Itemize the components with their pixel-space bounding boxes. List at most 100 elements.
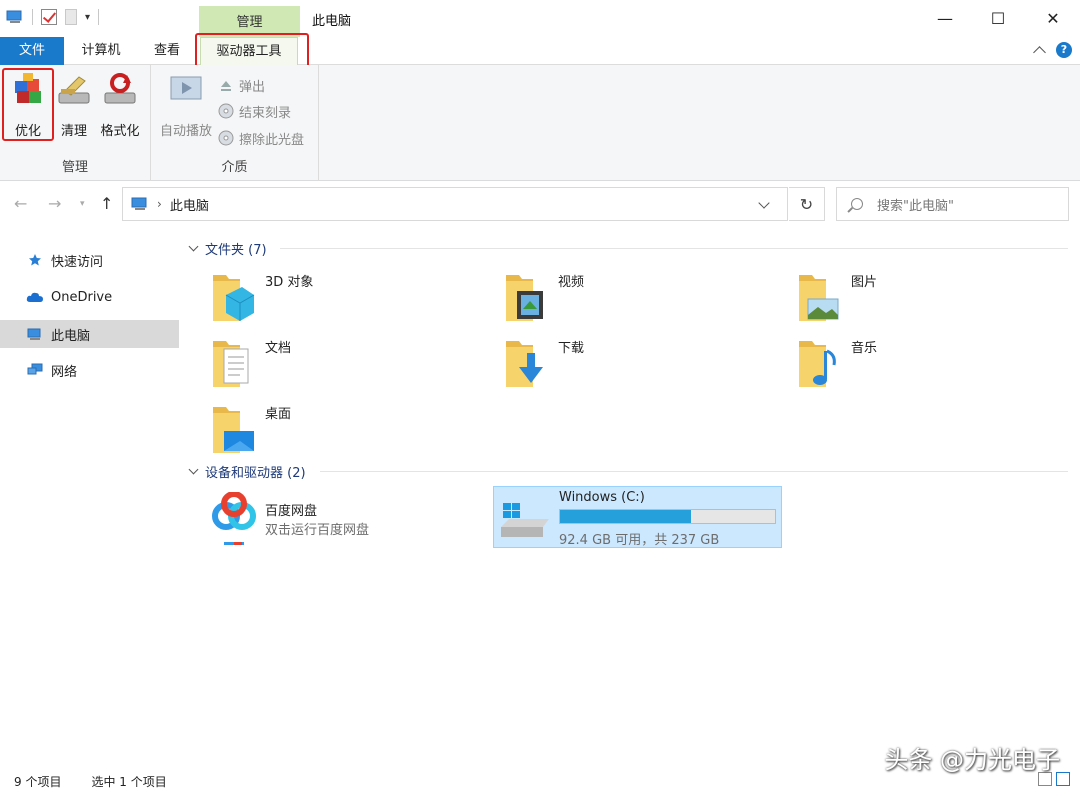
quick-access-toolbar: ▾ <box>6 9 100 25</box>
this-pc-icon <box>26 326 44 342</box>
optimize-highlight-box <box>2 68 54 141</box>
customize-qat-dropdown[interactable]: ▾ <box>85 12 90 23</box>
folder-name: 图片 <box>851 275 878 290</box>
nav-item-label: 快速访问 <box>51 254 104 270</box>
baidu-netdisk-item[interactable]: 百度网盘 双击运行百度网盘 <box>210 490 470 550</box>
eject-icon <box>221 81 231 91</box>
eject-label: 弹出 <box>239 79 266 95</box>
format-drive-icon <box>104 73 136 104</box>
nav-item-label: 网络 <box>51 364 78 380</box>
autoplay-icon <box>170 76 202 100</box>
nav-item-quick-access[interactable]: 快速访问 <box>0 246 179 274</box>
folders-section-header[interactable]: 文件夹 (7) <box>188 239 267 258</box>
erase-disc-button[interactable]: 擦除此光盘 <box>218 127 304 149</box>
tab-file[interactable]: 文件 <box>0 37 64 65</box>
music-folder-icon <box>799 341 836 387</box>
media-group-label: 介质 <box>221 160 248 175</box>
folder-music[interactable]: 音乐 <box>766 331 1026 393</box>
devices-section-title: 设备和驱动器 (2) <box>205 466 306 481</box>
maximize-button[interactable]: ☐ <box>971 0 1025 37</box>
qat-divider <box>32 9 33 25</box>
nav-item-network[interactable]: 网络 <box>0 356 179 384</box>
up-icon[interactable]: ↑ <box>100 194 113 213</box>
selected-count: 选中 1 个项目 <box>91 775 167 789</box>
drive-c-item[interactable]: Windows (C:) 92.4 GB 可用，共 237 GB <box>493 486 782 548</box>
documents-folder-icon <box>213 341 249 387</box>
chevron-down-icon <box>188 464 199 475</box>
format-button[interactable]: 格式化 <box>96 71 144 139</box>
baidu-netdisk-name: 百度网盘 <box>265 504 318 519</box>
baidu-netdisk-icon <box>212 492 256 545</box>
content-pane: 文件夹 (7) 3D 对象 视频 图片 文档 下载 音乐 桌面 设备和驱动器 (… <box>180 227 1080 767</box>
hard-drive-icon <box>501 503 549 537</box>
ribbon-tabs: 文件 计算机 查看 驱动器工具 <box>0 37 1080 65</box>
tab-computer[interactable]: 计算机 <box>70 37 132 65</box>
watermark: 头条 @力光电子 <box>884 746 1060 774</box>
folder-name: 3D 对象 <box>265 275 314 290</box>
close-button[interactable]: ✕ <box>1026 0 1080 37</box>
nav-item-this-pc[interactable]: 此电脑 <box>0 320 179 348</box>
folder-name: 桌面 <box>265 407 292 422</box>
folder-pictures[interactable]: 图片 <box>766 265 1026 327</box>
folder-downloads[interactable]: 下载 <box>473 331 733 393</box>
videos-folder-icon <box>506 275 543 321</box>
folder-3d-objects[interactable]: 3D 对象 <box>180 265 440 327</box>
this-pc-icon <box>6 10 22 23</box>
chevron-down-icon <box>188 241 199 252</box>
tab-view[interactable]: 查看 <box>140 37 194 65</box>
folder-name: 文档 <box>265 341 292 356</box>
breadcrumb[interactable]: 此电脑 <box>170 195 209 214</box>
cleanup-label: 清理 <box>60 124 87 139</box>
qat-divider <box>98 9 100 25</box>
folder-documents[interactable]: 文档 <box>180 331 440 393</box>
drive-name: Windows (C:) <box>559 490 645 505</box>
minimize-button[interactable]: — <box>918 0 972 37</box>
disk-cleanup-icon <box>58 76 90 104</box>
title-bar: ▾ 管理 此电脑 — ☐ ✕ <box>0 0 1080 37</box>
search-icon <box>851 198 863 210</box>
window-title: 此电脑 <box>312 14 352 29</box>
autoplay-button[interactable]: 自动播放 <box>157 71 215 139</box>
refresh-button[interactable]: ↻ <box>789 187 825 221</box>
erase-disc-label: 擦除此光盘 <box>239 132 305 148</box>
folder-videos[interactable]: 视频 <box>473 265 733 327</box>
nav-item-label: OneDrive <box>51 289 113 305</box>
search-input[interactable]: 搜索"此电脑" <box>836 187 1069 221</box>
drive-usage-fill <box>560 510 692 523</box>
properties-icon[interactable] <box>41 9 57 25</box>
back-icon[interactable]: ← <box>14 194 27 213</box>
address-bar[interactable]: › 此电脑 <box>122 187 788 221</box>
eject-button[interactable]: 弹出 <box>218 74 265 96</box>
baidu-netdisk-subtitle: 双击运行百度网盘 <box>265 523 370 538</box>
finish-burning-button[interactable]: 结束刻录 <box>218 100 291 122</box>
nav-item-label: 此电脑 <box>51 328 91 344</box>
folder-name: 音乐 <box>851 341 878 356</box>
3d-objects-folder-icon <box>213 275 255 321</box>
refresh-icon: ↻ <box>799 194 814 214</box>
folder-name: 下载 <box>558 341 585 356</box>
help-icon[interactable]: ? <box>1056 42 1072 58</box>
star-icon <box>26 252 44 268</box>
recent-locations-icon[interactable]: ▾ <box>80 199 85 209</box>
finish-burning-label: 结束刻录 <box>239 105 292 121</box>
new-folder-icon[interactable] <box>65 9 77 25</box>
breadcrumb-chevron-icon[interactable]: › <box>157 197 162 211</box>
desktop-folder-icon <box>213 407 254 453</box>
format-label: 格式化 <box>100 124 140 139</box>
autoplay-label: 自动播放 <box>159 124 212 139</box>
folder-name: 视频 <box>558 275 585 290</box>
folder-desktop[interactable]: 桌面 <box>180 397 440 459</box>
folders-section-title: 文件夹 (7) <box>205 243 267 258</box>
devices-section-header[interactable]: 设备和驱动器 (2) <box>188 462 306 481</box>
pictures-folder-icon <box>799 275 839 321</box>
disc-burn-icon <box>218 103 234 119</box>
cleanup-button[interactable]: 清理 <box>50 71 98 139</box>
this-pc-icon <box>131 197 147 210</box>
help-area: ? <box>1033 42 1072 59</box>
collapse-ribbon-icon[interactable] <box>1033 46 1046 59</box>
drive-free-space: 92.4 GB 可用，共 237 GB <box>559 533 720 548</box>
nav-item-onedrive[interactable]: OneDrive <box>0 283 179 311</box>
disc-erase-icon <box>218 130 234 146</box>
search-placeholder: 搜索"此电脑" <box>877 198 954 214</box>
forward-icon[interactable]: → <box>48 194 61 213</box>
